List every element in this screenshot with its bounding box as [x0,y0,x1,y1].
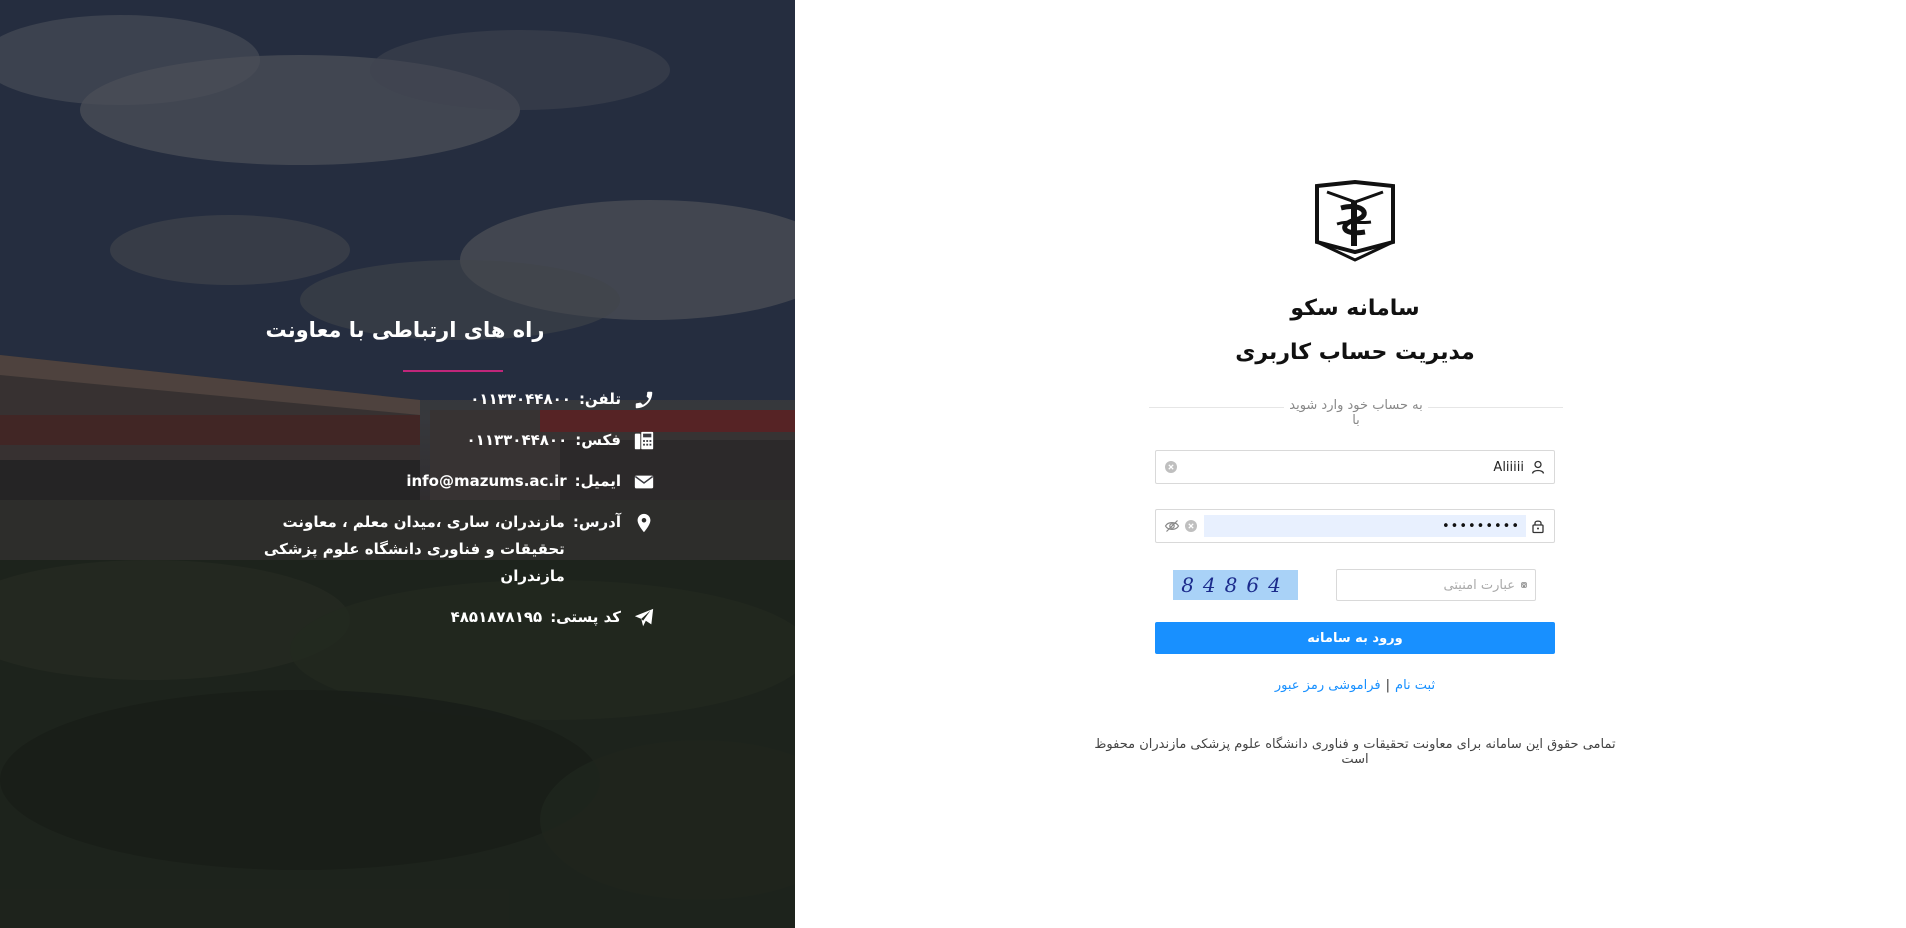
fax-icon [634,431,654,450]
lock-icon [1532,520,1544,534]
login-page: راه های ارتباطی با معاونت تلفن: ۰۱۱۳۳۰۴۴… [0,0,1906,928]
university-logo [1315,180,1395,262]
contact-postal: کد پستی: ۴۸۵۱۸۷۸۱۹۵ [255,604,655,631]
link-separator: | [1385,678,1391,693]
contact-list: تلفن: ۰۱۱۳۳۰۴۴۸۰۰ فکس: ۰۱۱۳۳۰۴۴۸۰۰ ایمیل… [255,386,655,631]
fax-value: ۰۱۱۳۳۰۴۴۸۰۰ [466,431,568,449]
captcha-input[interactable] [1345,577,1515,593]
login-button[interactable]: ورود به سامانه [1155,622,1555,654]
map-pin-icon [637,513,651,533]
login-divider: به حساب خود وارد شوید با [1149,398,1563,428]
email-value[interactable]: info@mazums.ac.ir [406,468,566,495]
address-label: آدرس: [572,513,621,531]
auth-links: ثبت نام | فراموشی رمز عبور [1155,678,1555,693]
user-icon [1531,460,1545,474]
captcha-image[interactable]: 84864 [1173,570,1298,600]
contact-info: راه های ارتباطی با معاونت تلفن: ۰۱۱۳۳۰۴۴… [255,318,655,645]
clear-icon[interactable] [1164,460,1178,474]
login-panel: سامانه سکو مدیریت حساب کاربری به حساب خو… [795,0,1906,928]
forgot-password-link[interactable]: فراموشی رمز عبور [1275,678,1381,693]
contact-title: راه های ارتباطی با معاونت [265,318,545,342]
divider-line [1428,407,1563,408]
register-link[interactable]: ثبت نام [1395,678,1435,693]
app-title: سامانه سکو [1290,296,1420,321]
clear-icon[interactable] [1184,519,1198,533]
title-underline [403,370,503,372]
address-value: مازندران، ساری ،میدان معلم ، معاونت تحقی… [263,513,565,585]
contact-phone: تلفن: ۰۱۱۳۳۰۴۴۸۰۰ [255,386,655,413]
username-field[interactable]: Aliiiii [1155,450,1555,484]
paper-plane-icon [634,608,654,627]
captcha-icon [1521,582,1527,588]
fax-label: فکس: [575,431,621,449]
divider-line [1149,407,1284,408]
username-value[interactable]: Aliiiii [1178,460,1530,475]
phone-icon [635,391,653,409]
email-label: ایمیل: [574,472,621,490]
postal-label: کد پستی: [550,608,621,626]
password-field[interactable]: ••••••••• [1155,509,1555,543]
postal-value: ۴۸۵۱۸۷۸۱۹۵ [450,608,543,626]
envelope-icon [634,475,654,489]
copyright-text: تمامی حقوق این سامانه برای معاونت تحقیقا… [1094,737,1616,767]
phone-label: تلفن: [578,390,621,408]
app-subtitle: مدیریت حساب کاربری [1235,340,1475,365]
eye-invisible-icon[interactable] [1164,518,1180,534]
divider-text: به حساب خود وارد شوید با [1289,398,1423,428]
contact-fax: فکس: ۰۱۱۳۳۰۴۴۸۰۰ [255,427,655,454]
password-value[interactable]: ••••••••• [1204,515,1526,537]
phone-value: ۰۱۱۳۳۰۴۴۸۰۰ [470,390,571,408]
contact-email: ایمیل: info@mazums.ac.ir [255,468,655,495]
contact-address: آدرس: مازندران، ساری ،میدان معلم ، معاون… [255,509,655,590]
captcha-field[interactable] [1336,569,1536,601]
contact-panel: راه های ارتباطی با معاونت تلفن: ۰۱۱۳۳۰۴۴… [0,0,795,928]
